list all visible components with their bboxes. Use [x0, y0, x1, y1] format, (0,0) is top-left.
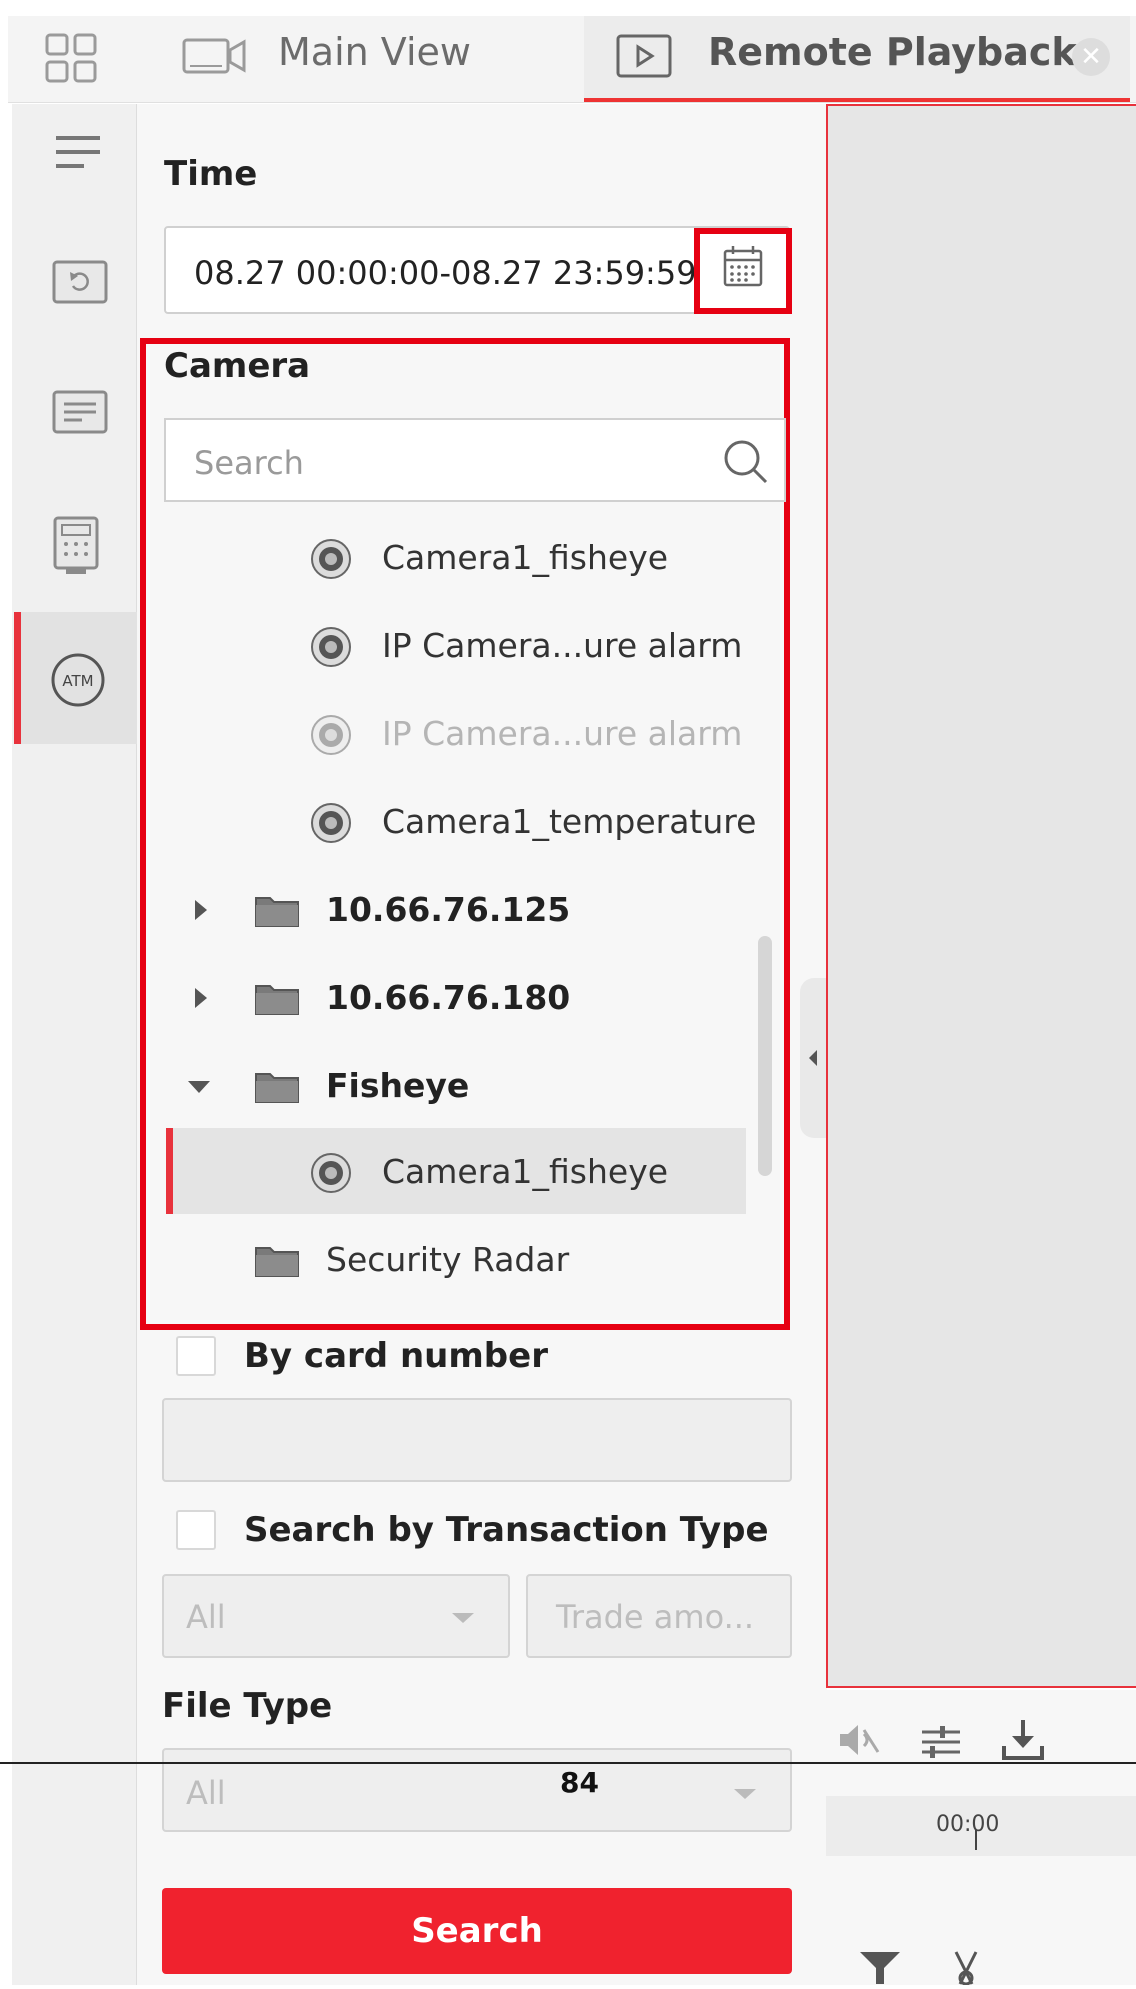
sidebar-item-device[interactable]: [52, 516, 104, 576]
tree-row-label: 10.66.76.125: [326, 890, 571, 929]
mute-icon[interactable]: [836, 1720, 882, 1764]
tab-main-view-label: Main View: [278, 30, 471, 74]
camera-icon: [310, 538, 352, 580]
video-playback-area[interactable]: [826, 104, 1136, 1688]
by-card-checkbox[interactable]: [176, 1336, 216, 1376]
page-divider: [0, 1762, 1136, 1764]
search-icon[interactable]: [722, 438, 770, 490]
tree-scrollbar[interactable]: [758, 936, 772, 1176]
selection-indicator: [166, 1128, 173, 1214]
video-camera-icon: [182, 36, 246, 80]
collapse-arrow-icon[interactable]: [186, 1078, 212, 1100]
tree-row-camera[interactable]: Camera1_temperature: [166, 778, 756, 864]
camera-label: Camera: [164, 346, 311, 386]
tree-row-label: Security Radar: [326, 1240, 570, 1279]
sidebar-item-log[interactable]: [52, 390, 108, 436]
chevron-down-icon: [732, 1786, 758, 1805]
download-icon[interactable]: [1000, 1716, 1046, 1766]
tree-row-folder[interactable]: 10.66.76.180: [166, 954, 746, 1040]
tree-row-folder[interactable]: 10.66.76.125: [166, 866, 746, 952]
playback-icon: [616, 34, 672, 82]
tree-row-label: Camera1_temperature: [382, 802, 757, 841]
expand-arrow-icon[interactable]: [192, 986, 210, 1014]
camera-tree: Camera1_fisheye IP Camera...ure alarm IP…: [166, 514, 756, 1294]
camera-icon: [310, 1152, 352, 1194]
tree-row-camera-disabled[interactable]: IP Camera...ure alarm: [166, 690, 746, 776]
svg-text:ATM: ATM: [62, 672, 93, 690]
by-card-label: By card number: [244, 1336, 548, 1376]
collapse-arrow-icon: [809, 1050, 817, 1066]
trade-amount-placeholder: Trade amo...: [556, 1598, 755, 1636]
tab-remote-playback-label: Remote Playback: [708, 30, 1077, 74]
folder-icon: [254, 980, 300, 1016]
grid-layout-icon[interactable]: [44, 32, 98, 84]
atm-icon: ATM: [50, 652, 106, 712]
adjust-icon[interactable]: [918, 1722, 964, 1766]
camera-icon: [310, 626, 352, 668]
menu-icon[interactable]: [52, 130, 104, 176]
tree-row-folder[interactable]: Security Radar: [166, 1216, 746, 1302]
tree-row-label: 10.66.76.180: [326, 978, 571, 1017]
tree-row-camera[interactable]: Camera1_fisheye: [166, 514, 746, 600]
search-button[interactable]: Search: [162, 1888, 792, 1974]
panel-collapse-handle[interactable]: [800, 978, 826, 1138]
tree-row-folder-expanded[interactable]: Fisheye: [166, 1042, 746, 1128]
calculator-icon: [53, 516, 99, 574]
folder-icon: [254, 1242, 300, 1278]
folder-icon: [254, 1068, 300, 1104]
scissors-icon[interactable]: [944, 1948, 988, 1989]
tree-row-label: Fisheye: [326, 1066, 470, 1105]
chevron-down-icon: [450, 1610, 476, 1629]
card-number-input[interactable]: [162, 1398, 792, 1482]
tree-row-camera[interactable]: IP Camera...ure alarm: [166, 602, 746, 688]
expand-arrow-icon[interactable]: [192, 898, 210, 926]
tree-row-label: Camera1_fisheye: [382, 1152, 669, 1191]
calendar-button[interactable]: [694, 228, 792, 314]
camera-search-placeholder: Search: [194, 444, 304, 482]
time-label: Time: [164, 154, 258, 194]
tree-row-label: Camera1_fisheye: [382, 538, 669, 577]
folder-icon: [254, 892, 300, 928]
transaction-type-label: Search by Transaction Type: [244, 1510, 769, 1550]
timeline-tick: 00:00: [936, 1812, 1000, 1837]
camera-icon: [310, 714, 352, 756]
tree-row-label: IP Camera...ure alarm: [382, 626, 743, 665]
file-type-label: File Type: [162, 1686, 333, 1726]
tree-row-label: IP Camera...ure alarm: [382, 714, 743, 753]
sidebar: [12, 104, 137, 1985]
sidebar-item-playback[interactable]: [52, 260, 108, 306]
tree-row-camera-selected[interactable]: Camera1_fisheye: [166, 1128, 746, 1214]
close-tab-icon[interactable]: ✕: [1072, 38, 1110, 76]
calendar-icon: [723, 246, 763, 287]
replay-icon: [52, 260, 108, 304]
timeline-cursor: [975, 1830, 977, 1850]
transaction-type-checkbox[interactable]: [176, 1510, 216, 1550]
file-type-select[interactable]: [162, 1748, 792, 1832]
document-icon: [52, 390, 108, 434]
filter-icon[interactable]: [858, 1950, 902, 1988]
file-type-value: All: [186, 1774, 226, 1812]
time-range-value: 08.27 00:00:00-08.27 23:59:59: [194, 254, 697, 292]
transaction-type-value: All: [186, 1598, 226, 1636]
page-number: 84: [560, 1766, 599, 1799]
camera-icon: [310, 802, 352, 844]
